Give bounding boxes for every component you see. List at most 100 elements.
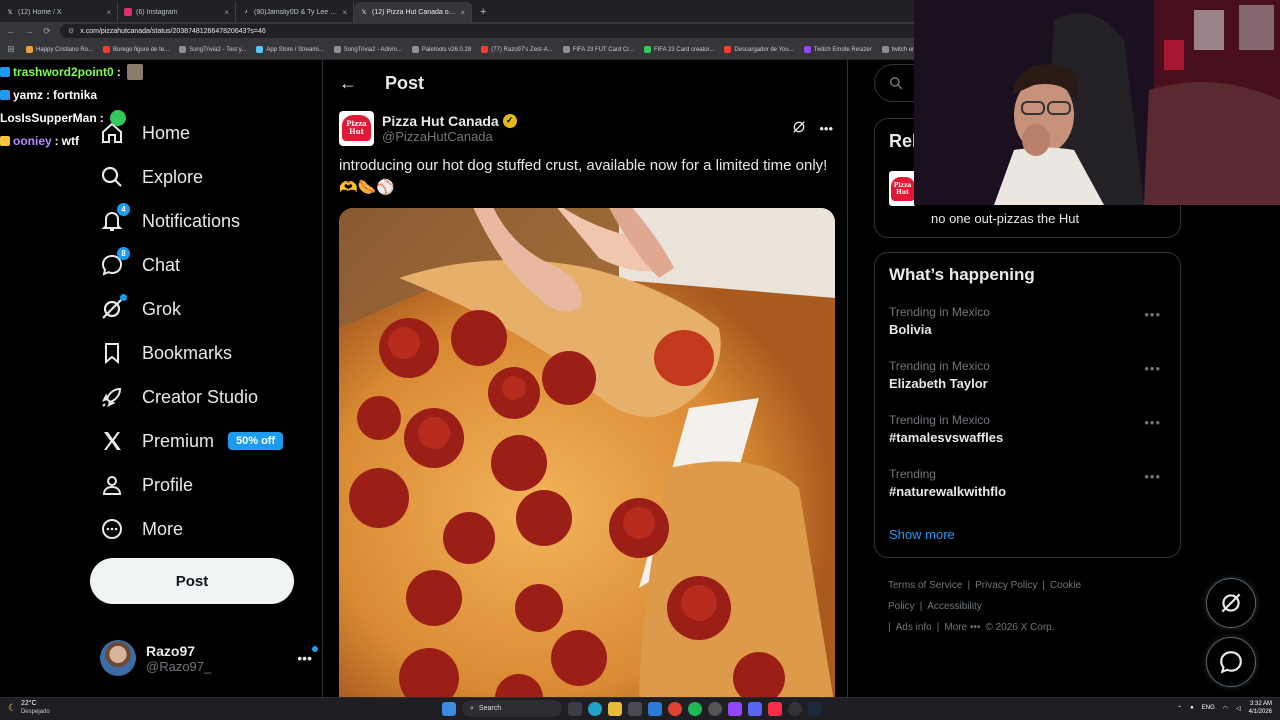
bookmark-item[interactable]: FIFA 23 FUT Card Cr... xyxy=(562,46,634,53)
bookmark-item[interactable]: SongTrivia2 - Test y... xyxy=(179,46,246,53)
bookmark-item[interactable]: SongTrivia2 - Adivin... xyxy=(333,46,402,53)
trend-more-icon[interactable]: ••• xyxy=(1144,415,1161,430)
edge-icon[interactable] xyxy=(588,701,602,716)
bookmark-item[interactable]: Paletools v26.0.28 xyxy=(411,46,472,53)
spotify-icon[interactable] xyxy=(688,701,702,716)
keyboard-language[interactable]: ENG xyxy=(1202,705,1215,711)
nav-badge: 8 xyxy=(117,247,130,260)
twitch-icon[interactable] xyxy=(728,701,742,716)
footer-link[interactable]: Accessibility xyxy=(927,601,981,612)
nav-item-profile[interactable]: Profile xyxy=(100,470,193,500)
bookmark-item[interactable]: Burego figure de te... xyxy=(103,46,169,53)
bookmark-item[interactable]: Happy Cristiano Ro... xyxy=(26,46,93,53)
bookmark-item[interactable]: (77) Razo97's Zest-A... xyxy=(481,46,553,53)
nav-item-creator-studio[interactable]: Creator Studio xyxy=(100,382,258,412)
footer-link[interactable]: Ads info xyxy=(896,622,932,633)
xbox-icon[interactable] xyxy=(708,701,722,716)
forward-nav-icon[interactable]: → xyxy=(24,26,34,36)
close-tab-icon[interactable]: × xyxy=(224,8,229,17)
account-more-icon[interactable]: ••• xyxy=(297,646,318,666)
instagram-favicon xyxy=(124,8,132,16)
post-more-icon[interactable]: ••• xyxy=(819,121,833,136)
file-explorer-icon[interactable] xyxy=(608,701,622,716)
bookmark-favicon-icon xyxy=(256,46,264,53)
bookmark-item[interactable]: App Store / Streami... xyxy=(256,46,324,53)
mic-icon[interactable]: ● xyxy=(1190,705,1194,711)
trend-item[interactable]: Trending in Mexico Elizabeth Taylor ••• xyxy=(889,359,1169,391)
store-icon[interactable] xyxy=(628,701,642,716)
avatar[interactable] xyxy=(100,640,136,676)
nav-item-explore[interactable]: Explore xyxy=(100,162,203,192)
site-info-icon[interactable]: ⚙ xyxy=(68,27,74,35)
footer-link[interactable]: More ••• xyxy=(944,622,980,633)
grok-explain-icon[interactable] xyxy=(791,119,807,138)
weather-widget[interactable]: ☾ 22°C Despejado xyxy=(8,700,50,716)
music-icon[interactable] xyxy=(768,701,782,716)
author-name[interactable]: Pizza Hut Canada xyxy=(382,113,499,129)
messages-fab-button[interactable] xyxy=(1206,637,1256,687)
chrome-icon[interactable] xyxy=(668,701,682,716)
bookmark-item[interactable]: Twitch Emote Resizer xyxy=(803,46,872,53)
post-button[interactable]: Post xyxy=(90,558,294,604)
volume-icon[interactable]: ◁ xyxy=(1236,705,1241,712)
taskbar-search[interactable]: ⌕ Search xyxy=(462,700,562,717)
nav-item-chat[interactable]: 8 Chat xyxy=(100,247,180,280)
mail-icon[interactable] xyxy=(648,701,662,716)
pizza-photo xyxy=(339,208,835,697)
author-handle[interactable]: @PizzaHutCanada xyxy=(382,129,517,144)
grok-fab-button[interactable] xyxy=(1206,578,1256,628)
new-tab-button[interactable]: + xyxy=(472,2,494,22)
author-names: Pizza Hut Canada ✓ @PizzaHutCanada xyxy=(382,113,517,144)
steam-icon[interactable] xyxy=(808,701,822,716)
obs-icon[interactable] xyxy=(788,701,802,716)
back-nav-icon[interactable]: ← xyxy=(6,26,16,36)
tray-chevron-icon[interactable]: ⌃ xyxy=(1177,705,1182,712)
chat-message: ooniey : wtf xyxy=(0,129,170,152)
trend-item[interactable]: Trending in Mexico #tamalesvswaffles ••• xyxy=(889,413,1169,445)
relevant-avatar[interactable]: Pizza Hut xyxy=(889,171,916,206)
back-arrow-icon[interactable]: ← xyxy=(339,73,357,94)
reload-icon[interactable]: ⟳ xyxy=(42,26,52,37)
bookmark-item[interactable]: FIFA 23 Card creator... xyxy=(643,46,714,53)
author-name-row[interactable]: Pizza Hut Canada ✓ xyxy=(382,113,517,129)
close-tab-icon[interactable]: × xyxy=(460,8,465,17)
nav-item-notifications[interactable]: 4 Notifications xyxy=(100,203,240,236)
nav-item-bookmarks[interactable]: Bookmarks xyxy=(100,338,232,368)
browser-tab[interactable]: (6) Instagram × xyxy=(118,2,236,22)
browser-tab[interactable]: 𝕏 (12) Home / X × xyxy=(0,2,118,22)
trend-item[interactable]: Trending in Mexico Bolivia ••• xyxy=(889,305,1169,337)
windows-start-icon[interactable] xyxy=(442,701,456,716)
trend-more-icon[interactable]: ••• xyxy=(1144,361,1161,376)
nav-unread-dot xyxy=(120,294,127,301)
nav-label: Profile xyxy=(142,474,194,495)
bookmark-label: Paletools v26.0.28 xyxy=(421,46,472,53)
weather-text: 22°C Despejado xyxy=(21,700,50,716)
nav-item-grok[interactable]: Grok xyxy=(100,294,181,324)
wifi-icon[interactable]: ◠ xyxy=(1223,705,1228,712)
trend-more-icon[interactable]: ••• xyxy=(1144,307,1161,322)
show-more-link[interactable]: Show more xyxy=(889,527,955,542)
bookmark-favicon-icon xyxy=(881,46,889,53)
post-image[interactable] xyxy=(339,208,835,697)
browser-tab[interactable]: ♪ (90)Jamsliy0D & Ty Lee Erome × xyxy=(236,2,354,22)
trend-more-icon[interactable]: ••• xyxy=(1144,469,1161,484)
task-view-icon[interactable] xyxy=(568,701,582,716)
x-favicon: 𝕏 xyxy=(361,9,367,16)
footer-link[interactable]: © 2026 X Corp. xyxy=(985,622,1054,633)
close-tab-icon[interactable]: × xyxy=(342,8,347,17)
trend-item[interactable]: Trending #naturewalkwithflo ••• xyxy=(889,467,1169,499)
pizza-hut-logo[interactable]: Pizza Hut xyxy=(339,110,374,146)
trend-name: #naturewalkwithflo xyxy=(889,484,1007,499)
close-tab-icon[interactable]: × xyxy=(106,8,111,17)
footer-link[interactable]: Privacy Policy xyxy=(975,580,1037,591)
browser-tab[interactable]: 𝕏 (12) Pizza Hut Canada on X: "in × xyxy=(354,2,472,22)
bookmark-item[interactable]: Descargador de You... xyxy=(724,46,794,53)
nav-item-premium[interactable]: Premium 50% off xyxy=(100,426,284,456)
chat-username: ooniey xyxy=(13,133,52,148)
discord-icon[interactable] xyxy=(748,701,762,716)
footer-link[interactable]: Terms of Service xyxy=(888,580,962,591)
account-switcher[interactable]: Razo97 @Razo97_ ••• xyxy=(100,638,318,678)
apps-grid-icon[interactable]: ⊞ xyxy=(6,44,16,55)
clock[interactable]: 3:32 AM 4/1/2026 xyxy=(1249,700,1272,716)
nav-item-more[interactable]: More xyxy=(100,514,183,544)
